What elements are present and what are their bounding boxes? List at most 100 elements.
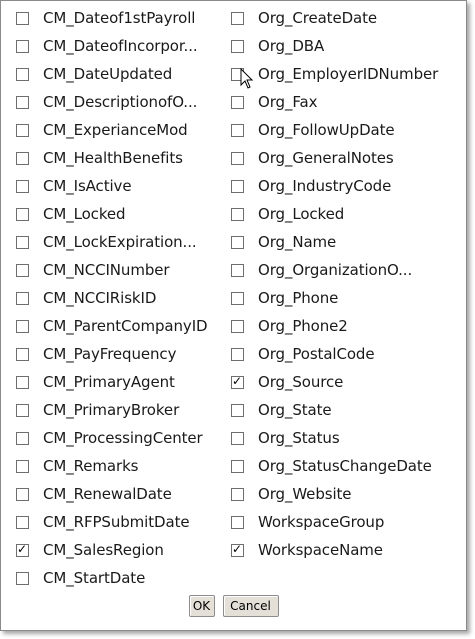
field-option-row[interactable]: Org_Fax — [231, 88, 438, 116]
checkbox[interactable] — [231, 235, 244, 249]
field-option-row[interactable]: Org_Phone — [231, 284, 438, 312]
field-option-row[interactable]: Org_EmployerIDNumber — [231, 60, 438, 88]
checkbox[interactable] — [16, 67, 29, 81]
checkbox[interactable] — [231, 431, 244, 445]
field-option-row[interactable]: WorkspaceName — [231, 536, 438, 564]
field-option-row[interactable]: CM_StartDate — [16, 564, 207, 592]
field-option-row[interactable]: Org_IndustryCode — [231, 172, 438, 200]
checkbox[interactable] — [231, 459, 244, 473]
field-option-label: CM_NCCINumber — [43, 261, 170, 279]
field-option-row[interactable]: Org_StatusChangeDate — [231, 452, 438, 480]
field-option-label: Org_Locked — [258, 205, 345, 223]
field-option-row[interactable]: CM_LockExpiration... — [16, 228, 207, 256]
field-option-row[interactable]: CM_HealthBenefits — [16, 144, 207, 172]
field-option-row[interactable]: Org_GeneralNotes — [231, 144, 438, 172]
field-option-row[interactable]: CM_ParentCompanyID — [16, 312, 208, 340]
field-option-row[interactable]: CM_DateofIncorpor... — [16, 32, 207, 60]
checkbox-checked[interactable] — [231, 374, 244, 389]
field-option-row[interactable]: Org_Locked — [231, 200, 438, 228]
field-option-row[interactable]: Org_State — [231, 396, 438, 424]
checkbox[interactable] — [231, 39, 244, 53]
field-option-row[interactable]: Org_CreateDate — [231, 4, 438, 32]
field-option-row[interactable]: CM_NCCINumber — [16, 256, 207, 284]
checkbox[interactable] — [16, 235, 29, 249]
field-option-row[interactable]: Org_FollowUpDate — [231, 116, 438, 144]
field-option-row[interactable]: CM_ExperianceMod — [16, 116, 207, 144]
field-option-label: CM_DateUpdated — [43, 65, 173, 83]
field-option-row[interactable]: CM_RFPSubmitDate — [16, 508, 207, 536]
checkbox[interactable] — [16, 319, 29, 333]
field-option-row[interactable]: CM_SalesRegion — [16, 536, 207, 564]
checkbox[interactable] — [16, 291, 29, 305]
field-option-row[interactable]: CM_PayFrequency — [16, 340, 207, 368]
field-option-row[interactable]: Org_PostalCode — [231, 340, 438, 368]
checkbox[interactable] — [16, 515, 29, 529]
field-option-label: Org_DBA — [258, 37, 325, 55]
checkbox[interactable] — [231, 291, 244, 305]
field-option-row[interactable]: CM_RenewalDate — [16, 480, 207, 508]
field-option-label: CM_StartDate — [43, 569, 146, 587]
checkbox[interactable] — [231, 403, 244, 417]
checkbox[interactable] — [16, 431, 29, 445]
checkbox[interactable] — [231, 123, 244, 137]
field-option-label: Org_Phone — [258, 289, 339, 307]
checkbox[interactable] — [16, 403, 29, 417]
checkbox[interactable] — [231, 179, 244, 193]
checkbox[interactable] — [16, 571, 29, 585]
left-field-list: CM_Dateof1stPayroll CM_DateofIncorpor... C… — [16, 4, 208, 592]
checkbox[interactable] — [16, 151, 29, 165]
checkbox[interactable] — [231, 95, 244, 109]
cancel-button[interactable]: Cancel — [222, 595, 279, 617]
checkbox[interactable] — [16, 179, 29, 193]
mouse-pointer-icon — [240, 68, 254, 89]
checkbox[interactable] — [16, 95, 29, 109]
field-option-row[interactable]: Org_DBA — [231, 32, 438, 60]
field-option-row[interactable]: CM_ProcessingCenter — [16, 424, 207, 452]
field-option-row[interactable]: Org_Name — [231, 228, 438, 256]
checkbox[interactable] — [231, 11, 244, 25]
checkbox[interactable] — [231, 347, 244, 361]
field-option-row[interactable]: Org_OrganizationO... — [231, 256, 438, 284]
checkbox[interactable] — [16, 207, 29, 221]
checkbox[interactable] — [16, 487, 29, 501]
field-option-row[interactable]: CM_Locked — [16, 200, 207, 228]
field-option-label: CM_Dateof1stPayroll — [43, 9, 196, 27]
field-option-row[interactable]: CM_DateUpdated — [16, 60, 207, 88]
ok-button[interactable]: OK — [188, 595, 215, 617]
checkbox[interactable] — [16, 375, 29, 389]
field-option-label: Org_Name — [258, 233, 337, 251]
field-option-label: CM_SalesRegion — [43, 541, 164, 559]
field-option-row[interactable]: CM_PrimaryAgent — [16, 368, 207, 396]
checkbox[interactable] — [16, 11, 29, 25]
field-option-label: CM_NCCIRiskID — [43, 289, 157, 307]
checkbox-checked[interactable] — [16, 542, 29, 557]
checkbox[interactable] — [231, 487, 244, 501]
field-option-row[interactable]: CM_Dateof1stPayroll — [16, 4, 207, 32]
checkbox[interactable] — [231, 151, 244, 165]
checkbox[interactable] — [16, 263, 29, 277]
checkbox[interactable] — [16, 347, 29, 361]
field-option-row[interactable]: Org_Source — [231, 368, 438, 396]
field-option-label: Org_StatusChangeDate — [258, 457, 432, 475]
checkbox[interactable] — [231, 515, 244, 529]
field-option-label: CM_RFPSubmitDate — [43, 513, 190, 531]
field-option-row[interactable]: CM_PrimaryBroker — [16, 396, 207, 424]
field-option-label: WorkspaceGroup — [258, 513, 385, 531]
checkbox[interactable] — [231, 319, 244, 333]
field-option-row[interactable]: CM_DescriptionofO... — [16, 88, 207, 116]
field-option-row[interactable]: CM_IsActive — [16, 172, 207, 200]
checkbox[interactable] — [16, 459, 29, 473]
checkbox[interactable] — [231, 263, 244, 277]
checkbox[interactable] — [231, 207, 244, 221]
field-option-label: CM_Remarks — [43, 457, 139, 475]
field-option-row[interactable]: CM_NCCIRiskID — [16, 284, 207, 312]
checkbox[interactable] — [16, 39, 29, 53]
field-option-row[interactable]: Org_Website — [231, 480, 438, 508]
checkbox-checked[interactable] — [231, 542, 244, 557]
field-option-row[interactable]: CM_Remarks — [16, 452, 207, 480]
field-option-row[interactable]: Org_Phone2 — [231, 312, 438, 340]
checkbox[interactable] — [16, 123, 29, 137]
field-option-row[interactable]: Org_Status — [231, 424, 438, 452]
field-option-label: Org_Phone2 — [258, 317, 348, 335]
field-option-row[interactable]: WorkspaceGroup — [231, 508, 438, 536]
